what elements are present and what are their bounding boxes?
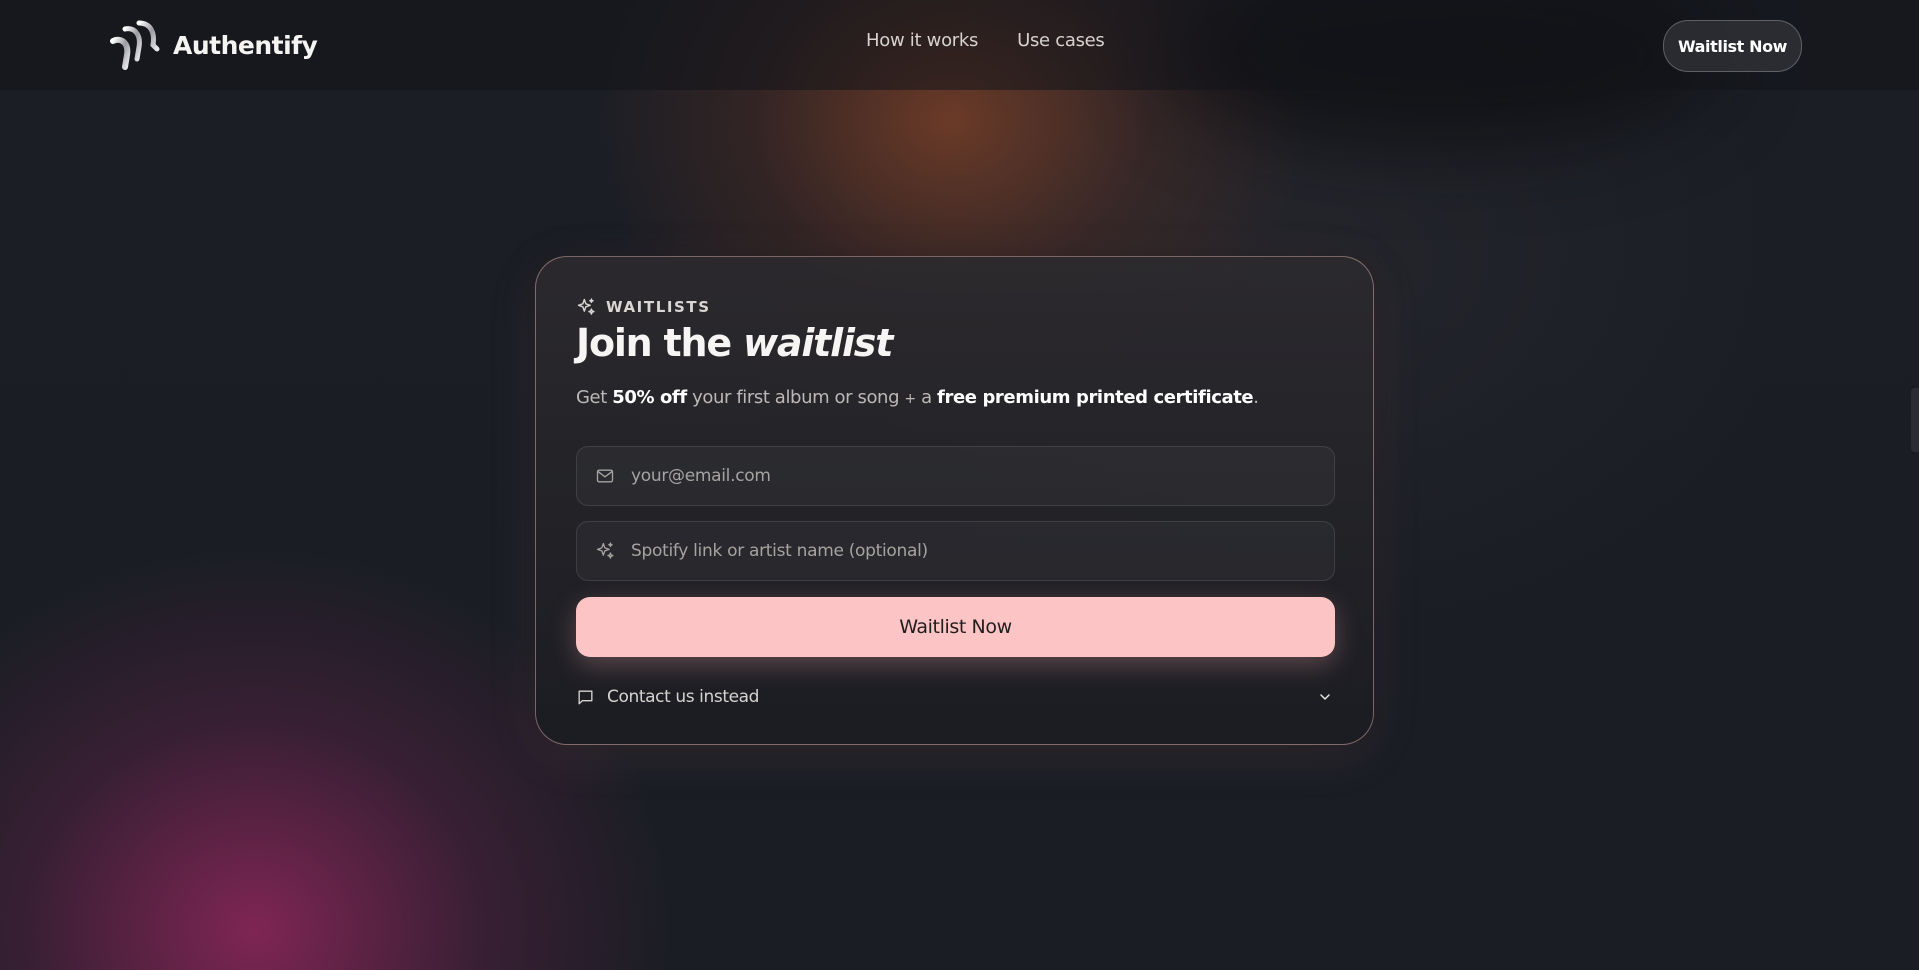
nav-link-how-it-works[interactable]: How it works: [866, 30, 978, 51]
card-title: Join the waitlist: [576, 321, 893, 365]
title-emphasis: waitlist: [742, 321, 893, 365]
authentify-logo-icon: [110, 20, 160, 70]
eyebrow-label: WAITLISTS: [606, 298, 711, 316]
message-square-icon: [578, 689, 593, 705]
brand-name: Authentify: [173, 30, 318, 60]
contact-toggle[interactable]: Contact us instead: [576, 682, 1335, 712]
sparkles-icon: [577, 298, 595, 315]
subtitle-part4: .: [1253, 387, 1259, 408]
artist-input[interactable]: [629, 540, 1334, 562]
subtitle-plus: +: [904, 391, 916, 407]
email-input[interactable]: [629, 465, 1334, 487]
card-subtitle: Get 50% off your first album or song + a…: [576, 387, 1259, 408]
mail-icon: [596, 469, 614, 483]
brand-logo[interactable]: Authentify: [109, 19, 318, 71]
title-plain: Join the: [576, 321, 743, 365]
eyebrow: WAITLISTS: [576, 297, 711, 317]
nav-link-use-cases[interactable]: Use cases: [1017, 30, 1105, 51]
chevron-down-icon[interactable]: [1317, 689, 1333, 705]
side-scroll-handle[interactable]: [1911, 388, 1919, 452]
subtitle-part1: Get: [576, 387, 613, 408]
subtitle-part3: a: [915, 387, 938, 408]
top-header: Authentify How it works Use cases Waitli…: [0, 0, 1919, 90]
header-waitlist-button[interactable]: Waitlist Now: [1663, 20, 1802, 72]
email-field[interactable]: [576, 446, 1335, 506]
waitlist-submit-button[interactable]: Waitlist Now: [576, 597, 1335, 657]
artist-field[interactable]: [576, 521, 1335, 581]
waitlist-card: WAITLISTS Join the waitlist Get 50% off …: [535, 256, 1374, 745]
subtitle-certificate: free premium printed certificate: [937, 387, 1254, 408]
subtitle-part2: your first album or song: [686, 387, 905, 408]
sparkles-icon: [596, 542, 614, 559]
main-nav: How it works Use cases: [866, 30, 1105, 51]
contact-label: Contact us instead: [607, 687, 760, 707]
subtitle-discount: 50% off: [612, 387, 687, 408]
